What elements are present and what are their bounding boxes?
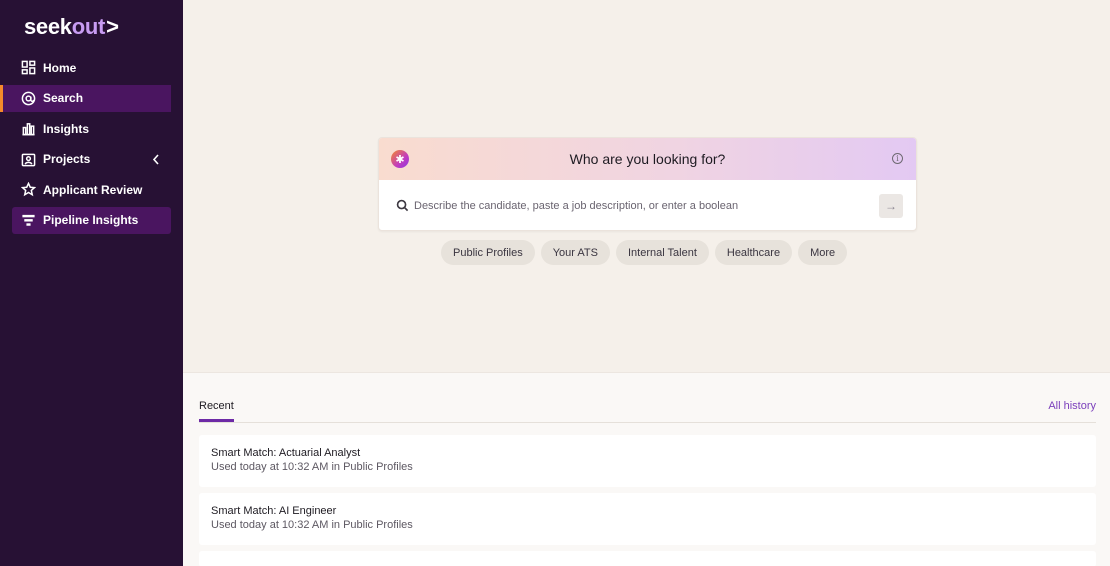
recent-item-subtitle: Used today at 10:32 AM in Public Profile… — [211, 461, 413, 473]
sidebar-item-applicant-review[interactable]: Applicant Review — [0, 176, 183, 203]
sidebar-item-label: Insights — [43, 121, 90, 136]
all-history-link[interactable]: All history — [1048, 400, 1096, 412]
source-chips: Public Profiles Your ATS Internal Talent… — [441, 240, 848, 265]
search-card-body: → — [379, 180, 916, 230]
tab-divider — [199, 422, 1096, 423]
logo-chevron: > — [106, 14, 119, 39]
sidebar: seekout> Home Search Insights Projects A… — [0, 0, 183, 566]
chip-internal-talent[interactable]: Internal Talent — [615, 240, 709, 265]
projects-icon — [21, 152, 36, 167]
seekout-logo[interactable]: seekout> — [24, 14, 119, 40]
sidebar-item-home[interactable]: Home — [0, 54, 183, 81]
search-at-icon — [21, 91, 36, 106]
list-item[interactable]: Smart Match: Actuarial Analyst Used toda… — [199, 435, 1096, 487]
chip-public-profiles[interactable]: Public Profiles — [441, 240, 535, 265]
sidebar-item-label: Pipeline Insights — [43, 213, 139, 228]
sparkle-icon: ✱ — [391, 150, 409, 168]
chip-your-ats[interactable]: Your ATS — [540, 240, 610, 265]
sidebar-nav: Home Search Insights Projects Applicant … — [0, 54, 183, 238]
home-grid-icon — [21, 60, 36, 75]
list-item[interactable]: Smart Match: AI Engineer Used today at 1… — [199, 493, 1096, 545]
sidebar-item-label: Projects — [43, 152, 91, 167]
search-card-header: ✱ Who are you looking for? i — [379, 138, 916, 180]
search-card-title: Who are you looking for? — [569, 151, 726, 167]
search-card: ✱ Who are you looking for? i → — [378, 137, 917, 231]
sidebar-item-pipeline-insights[interactable]: Pipeline Insights — [12, 206, 171, 234]
search-input[interactable] — [414, 196, 874, 216]
recent-item-title: Smart Match: Actuarial Analyst — [211, 447, 361, 459]
info-icon[interactable]: i — [892, 153, 903, 164]
sidebar-item-search[interactable]: Search — [0, 84, 171, 112]
chevron-left-icon[interactable] — [150, 152, 162, 167]
sidebar-item-label: Applicant Review — [43, 182, 143, 197]
tab-recent[interactable]: Recent — [199, 400, 234, 412]
recent-item-subtitle: Used today at 10:32 AM in Public Profile… — [211, 519, 413, 531]
sidebar-item-label: Home — [43, 60, 77, 75]
list-item-partial[interactable] — [199, 551, 1096, 566]
chip-more[interactable]: More — [798, 240, 848, 265]
chip-healthcare[interactable]: Healthcare — [714, 240, 793, 265]
sidebar-item-label: Search — [43, 91, 84, 106]
sidebar-item-projects[interactable]: Projects — [0, 146, 183, 173]
recent-item-title: Smart Match: AI Engineer — [211, 505, 337, 517]
active-tab-indicator — [199, 419, 234, 422]
star-icon — [21, 182, 36, 197]
insights-chart-icon — [21, 121, 36, 136]
logo-text: seek — [24, 14, 72, 39]
logo-accent-text: out — [71, 14, 106, 39]
search-icon — [396, 199, 409, 212]
filter-icon — [21, 213, 36, 228]
recent-panel: Recent All history Smart Match: Actuaria… — [183, 372, 1110, 566]
submit-search-button[interactable]: → — [879, 194, 903, 218]
sidebar-item-insights[interactable]: Insights — [0, 115, 183, 142]
